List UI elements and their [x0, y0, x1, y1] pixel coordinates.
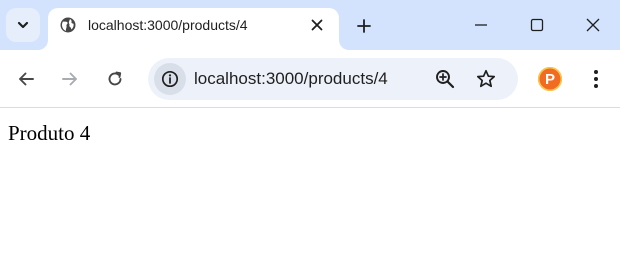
new-tab-button[interactable] — [350, 12, 378, 40]
plus-icon — [357, 19, 371, 33]
window-close-button[interactable] — [570, 8, 616, 42]
zoom-button[interactable] — [433, 67, 457, 91]
close-icon — [311, 19, 323, 31]
forward-arrow-icon — [62, 72, 77, 86]
tab-close-button[interactable] — [307, 15, 327, 35]
back-button[interactable] — [10, 63, 42, 95]
maximize-button[interactable] — [514, 8, 560, 42]
browser-menu-button[interactable] — [584, 67, 608, 91]
chevron-down-icon — [17, 21, 29, 29]
browser-toolbar: localhost:3000/products/4 P — [0, 50, 620, 108]
active-tab[interactable]: localhost:3000/products/4 — [48, 8, 339, 50]
minimize-button[interactable] — [458, 8, 504, 42]
page-content: Produto 4 — [0, 109, 620, 264]
minimize-icon — [475, 24, 487, 26]
globe-icon — [60, 17, 76, 33]
reload-icon — [108, 71, 122, 86]
bookmark-button[interactable] — [474, 67, 498, 91]
site-info-button[interactable] — [154, 63, 186, 95]
info-icon — [161, 70, 179, 88]
page-text: Produto 4 — [8, 121, 91, 145]
reload-button[interactable] — [99, 63, 131, 95]
close-icon — [586, 18, 600, 32]
back-arrow-icon — [19, 72, 34, 86]
tab-strip: localhost:3000/products/4 — [0, 0, 620, 50]
maximize-icon — [530, 18, 544, 32]
forward-button[interactable] — [54, 63, 86, 95]
url-text[interactable]: localhost:3000/products/4 — [194, 69, 388, 89]
kebab-menu-icon — [594, 70, 598, 88]
profile-avatar-letter: P — [544, 70, 555, 88]
zoom-in-icon — [436, 70, 455, 89]
tab-title: localhost:3000/products/4 — [88, 17, 248, 33]
profile-avatar-button[interactable]: P — [538, 67, 562, 91]
address-bar[interactable]: localhost:3000/products/4 — [148, 58, 518, 100]
star-icon — [476, 69, 496, 88]
tab-search-button[interactable] — [6, 8, 40, 42]
